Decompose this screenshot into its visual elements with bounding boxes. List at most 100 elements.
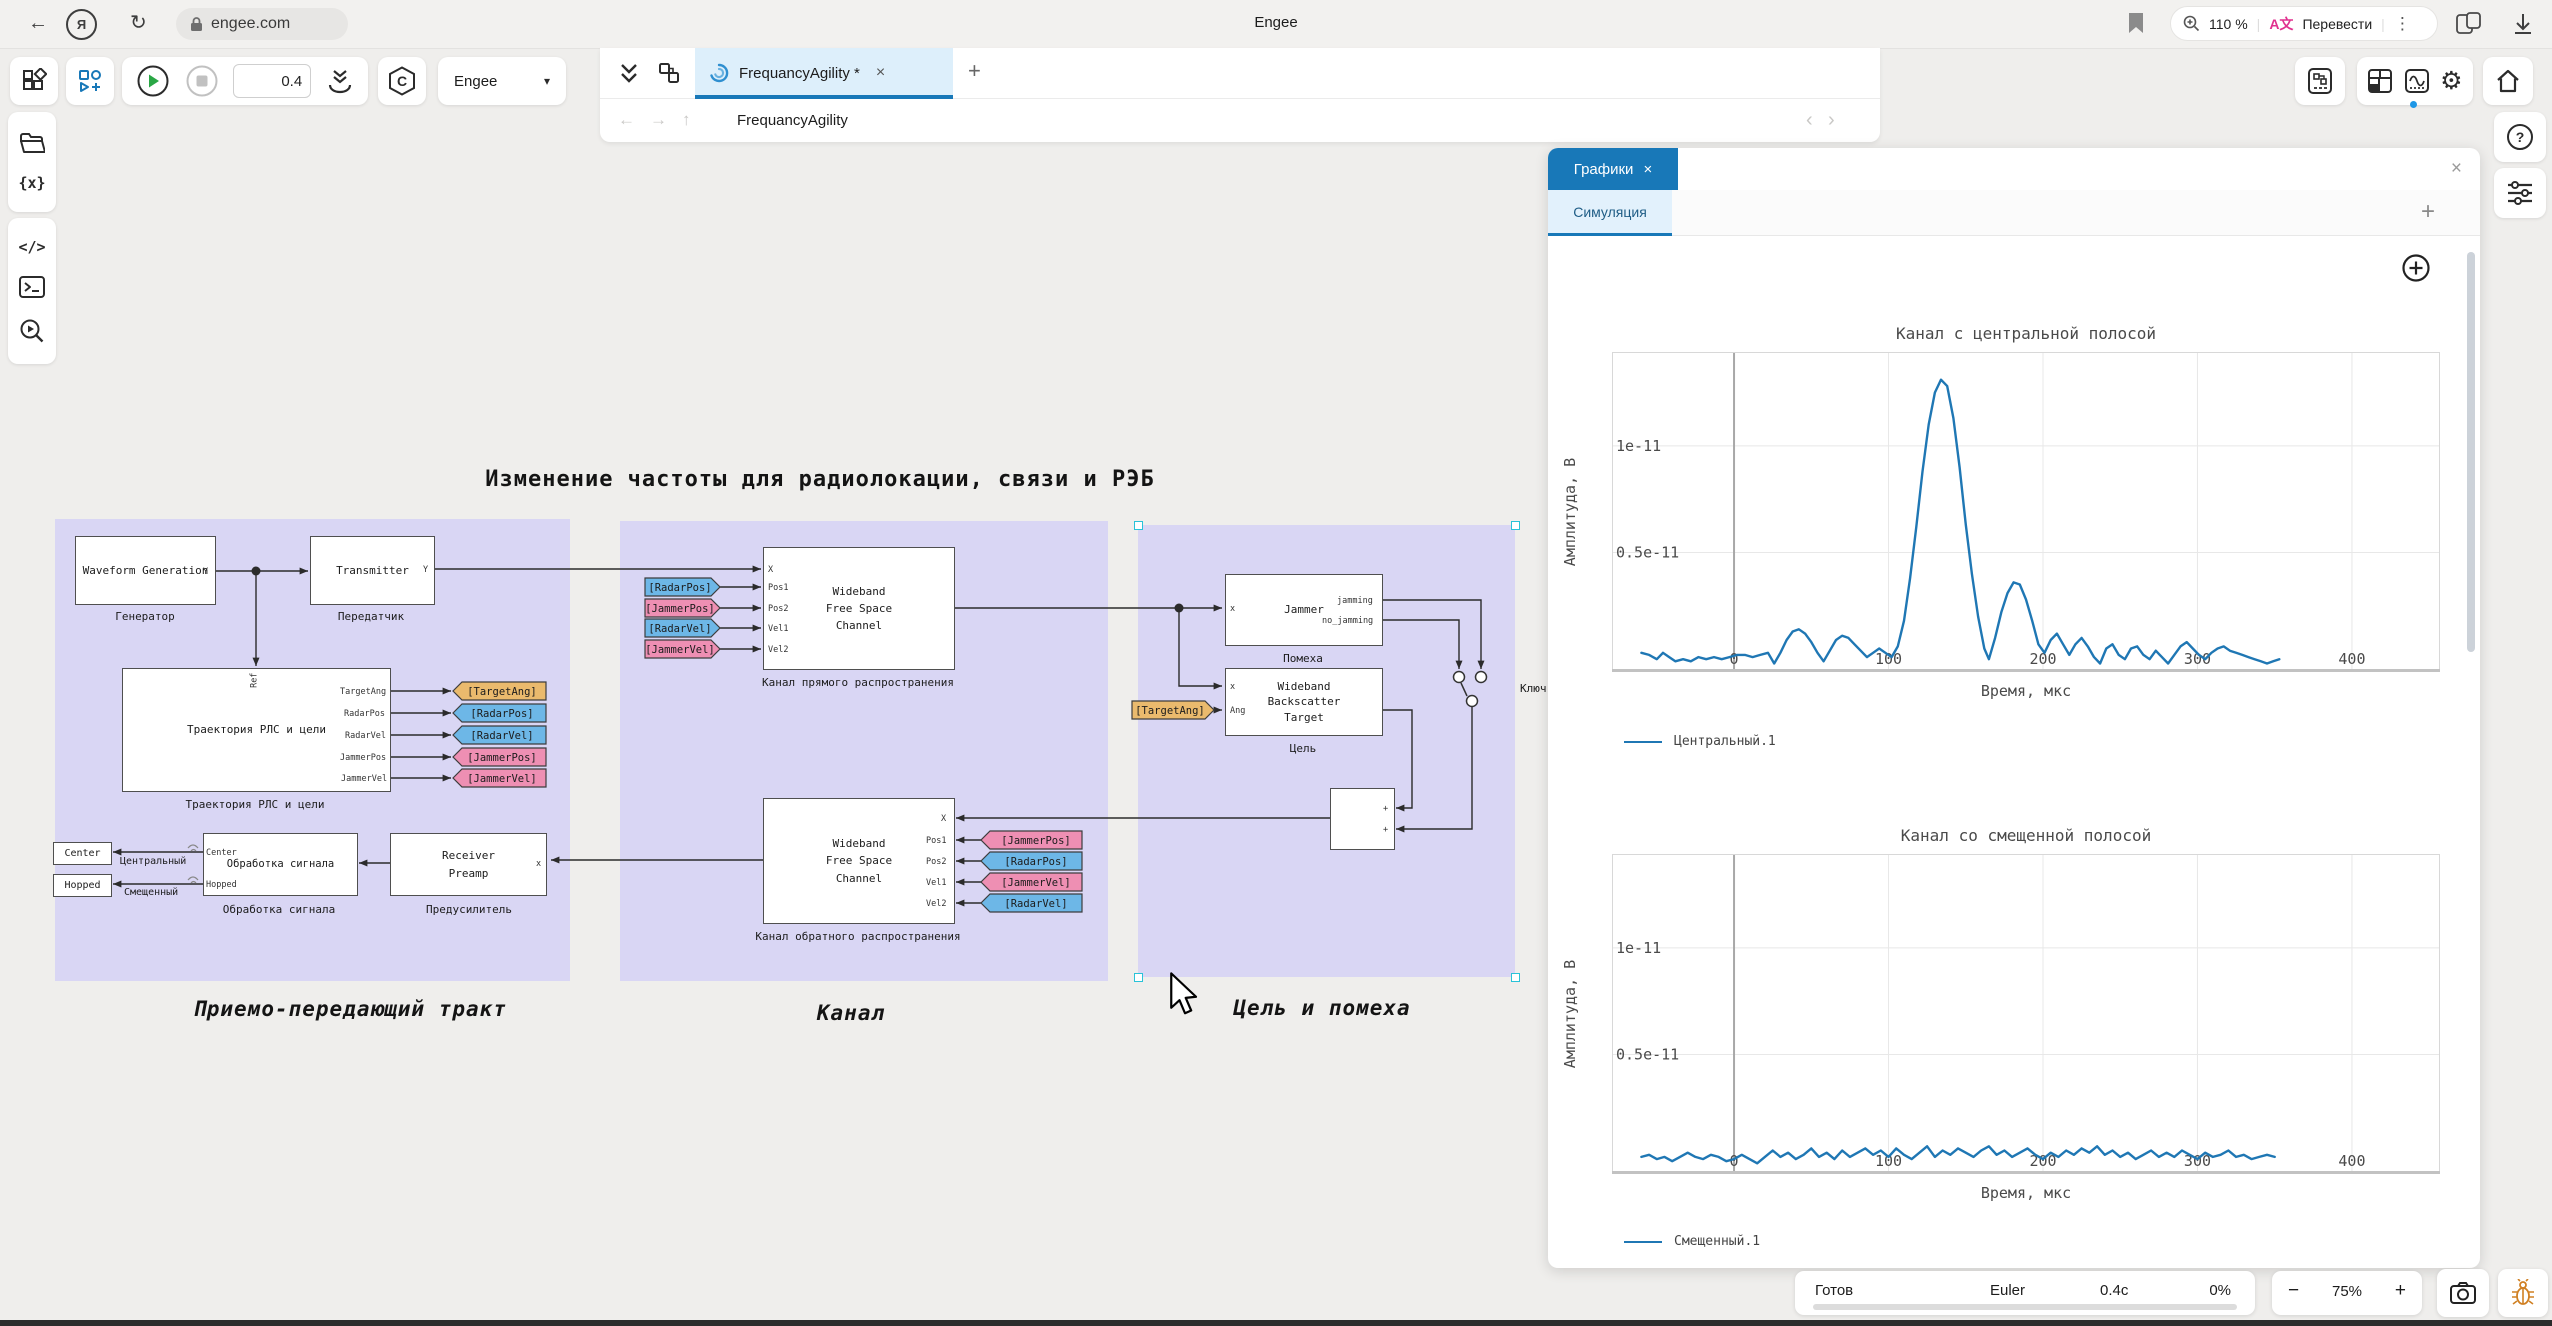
c-hexagon-icon: C — [388, 66, 416, 96]
block-caption: Канал обратного распространения — [755, 930, 960, 943]
block-target[interactable]: Wideband Backscatter Target — [1225, 668, 1383, 736]
layout-grid-icon[interactable] — [2367, 68, 2393, 94]
panel-close-icon[interactable]: × — [2451, 158, 2462, 180]
block-jammer[interactable]: Jammer — [1225, 574, 1383, 646]
view-tools-group: ⚙ — [2357, 57, 2473, 105]
svg-text:0: 0 — [1730, 650, 1739, 668]
plots-panel-title: Графики — [1574, 161, 1634, 178]
tabs-scroll-left-icon[interactable]: ‹ — [1806, 109, 1813, 132]
port-label: Pos2 — [926, 858, 946, 867]
block-receiver[interactable]: Receiver Preamp — [390, 833, 547, 896]
svg-text:1e-11: 1e-11 — [1616, 437, 1661, 455]
terminal-icon[interactable] — [19, 276, 45, 298]
legend-line-sample — [1624, 741, 1662, 743]
port-label: JammerVel — [341, 775, 387, 784]
nav-forward-icon[interactable]: → — [650, 110, 667, 130]
chart1-plot[interactable]: 01002003004000.5e-111e-11 — [1612, 352, 2440, 672]
collections-icon[interactable] — [2456, 12, 2482, 36]
block-hopped-sink[interactable]: Hopped — [53, 874, 112, 897]
refresh-icon[interactable]: ↻ — [130, 13, 147, 33]
debug-button[interactable] — [2498, 1269, 2548, 1317]
library-browser-button[interactable] — [10, 57, 58, 105]
model-browser-button[interactable] — [2295, 57, 2345, 105]
status-pill: Готов Euler 0.4c 0% — [1795, 1271, 2255, 1315]
bookmark-icon[interactable] — [2128, 12, 2144, 34]
translate-button[interactable]: Перевести — [2302, 16, 2372, 32]
plots-panel: Графики × × Симуляция + Канал с централь… — [1548, 148, 2480, 1268]
search-run-icon[interactable] — [19, 318, 45, 344]
editor-tab-panel: FrequancyAgility * × + ← → ↑ FrequancyAg… — [600, 48, 1880, 142]
plots-panel-tab-close-icon[interactable]: × — [1643, 161, 1652, 178]
block-caption: Цель — [1290, 742, 1317, 755]
add-block-icon — [78, 69, 102, 93]
address-bar[interactable]: engee.com — [176, 8, 348, 40]
collapse-tabs-icon[interactable] — [618, 62, 640, 84]
progress-bar — [1813, 1304, 2237, 1310]
screenshot-button[interactable] — [2437, 1269, 2489, 1317]
settings-sliders-button[interactable] — [2494, 168, 2546, 218]
sim-time-input[interactable] — [233, 64, 311, 98]
selection-handle[interactable] — [1134, 521, 1143, 530]
generate-c-code-button[interactable]: C — [378, 57, 426, 105]
nav-back-icon[interactable]: ← — [618, 110, 635, 130]
help-button[interactable]: ? — [2494, 112, 2546, 162]
zoom-out-button[interactable]: − — [2288, 1280, 2299, 1302]
port-label: Vel1 — [926, 879, 946, 888]
yandex-browser-icon[interactable]: Я — [66, 9, 97, 40]
library-grid-icon — [21, 68, 47, 94]
selection-handle[interactable] — [1134, 973, 1143, 982]
tab-close-icon[interactable]: × — [876, 64, 885, 82]
tab-frequancyagility[interactable]: FrequancyAgility * × — [695, 48, 953, 98]
breadcrumb-path[interactable]: FrequancyAgility — [737, 112, 848, 129]
plots-panel-tab[interactable]: Графики × — [1548, 148, 1678, 190]
port-label: no_jamming — [1322, 617, 1373, 626]
port-label: RadarVel — [345, 732, 386, 741]
zoom-page-icon[interactable] — [2183, 15, 2200, 32]
home-icon — [2495, 69, 2521, 93]
block-sum[interactable] — [1330, 788, 1395, 850]
block-fwd-channel[interactable]: Wideband Free Space Channel — [763, 547, 955, 670]
tab-simulation[interactable]: Симуляция — [1548, 190, 1672, 236]
new-tab-button[interactable]: + — [968, 58, 981, 84]
add-plot-button[interactable]: + — [2421, 198, 2435, 226]
environment-select[interactable]: Engee ▾ — [438, 57, 566, 105]
svg-text:0.5e-11: 0.5e-11 — [1616, 1046, 1679, 1064]
pill-menu-icon[interactable]: ⋮ — [2394, 14, 2411, 34]
download-icon[interactable] — [2512, 12, 2534, 36]
export-model-icon[interactable] — [326, 67, 354, 95]
plots-tabs-row: Симуляция + — [1548, 190, 2480, 236]
block-transmitter[interactable]: Transmitter — [310, 536, 435, 605]
tabs-scroll-right-icon[interactable]: › — [1828, 109, 1835, 132]
home-button[interactable] — [2483, 57, 2533, 105]
code-editor-icon[interactable]: </> — [18, 238, 45, 256]
selection-handle[interactable] — [1511, 973, 1520, 982]
environment-value: Engee — [454, 73, 497, 90]
sidebar-group-files: {x} — [8, 112, 56, 212]
svg-text:0.5e-11: 0.5e-11 — [1616, 544, 1679, 562]
variables-icon[interactable]: {x} — [18, 174, 45, 192]
block-waveform-generation[interactable]: Waveform Generation — [75, 536, 216, 605]
chart2-xlabel: Время, мкс — [1612, 1184, 2440, 1202]
plot-zoom-icon[interactable] — [2400, 252, 2432, 284]
zoom-in-button[interactable]: + — [2395, 1280, 2406, 1302]
nav-up-icon[interactable]: ↑ — [682, 110, 691, 130]
switch-caption: Ключ — [1520, 682, 1547, 695]
scope-icon[interactable] — [2404, 68, 2430, 94]
panel-scrollbar[interactable] — [2467, 252, 2475, 652]
compare-models-icon[interactable] — [658, 62, 680, 84]
chart2-plot[interactable]: 01002003004000.5e-111e-11 — [1612, 854, 2440, 1174]
sidebar-group-code: </> — [8, 218, 56, 364]
stop-button[interactable] — [185, 64, 219, 98]
gear-icon[interactable]: ⚙ — [2440, 69, 2462, 94]
bottom-edge-bar — [0, 1320, 2552, 1326]
svg-text:400: 400 — [2338, 1152, 2365, 1170]
selection-handle[interactable] — [1511, 521, 1520, 530]
file-browser-icon[interactable] — [19, 132, 45, 154]
port-label: x — [1230, 683, 1235, 692]
port-label: Pos1 — [926, 837, 946, 846]
run-button[interactable] — [136, 64, 170, 98]
add-block-button[interactable] — [66, 57, 114, 105]
port-label: Y — [203, 568, 208, 577]
block-center-sink[interactable]: Center — [53, 842, 112, 865]
browser-back-icon[interactable]: ← — [28, 13, 48, 33]
